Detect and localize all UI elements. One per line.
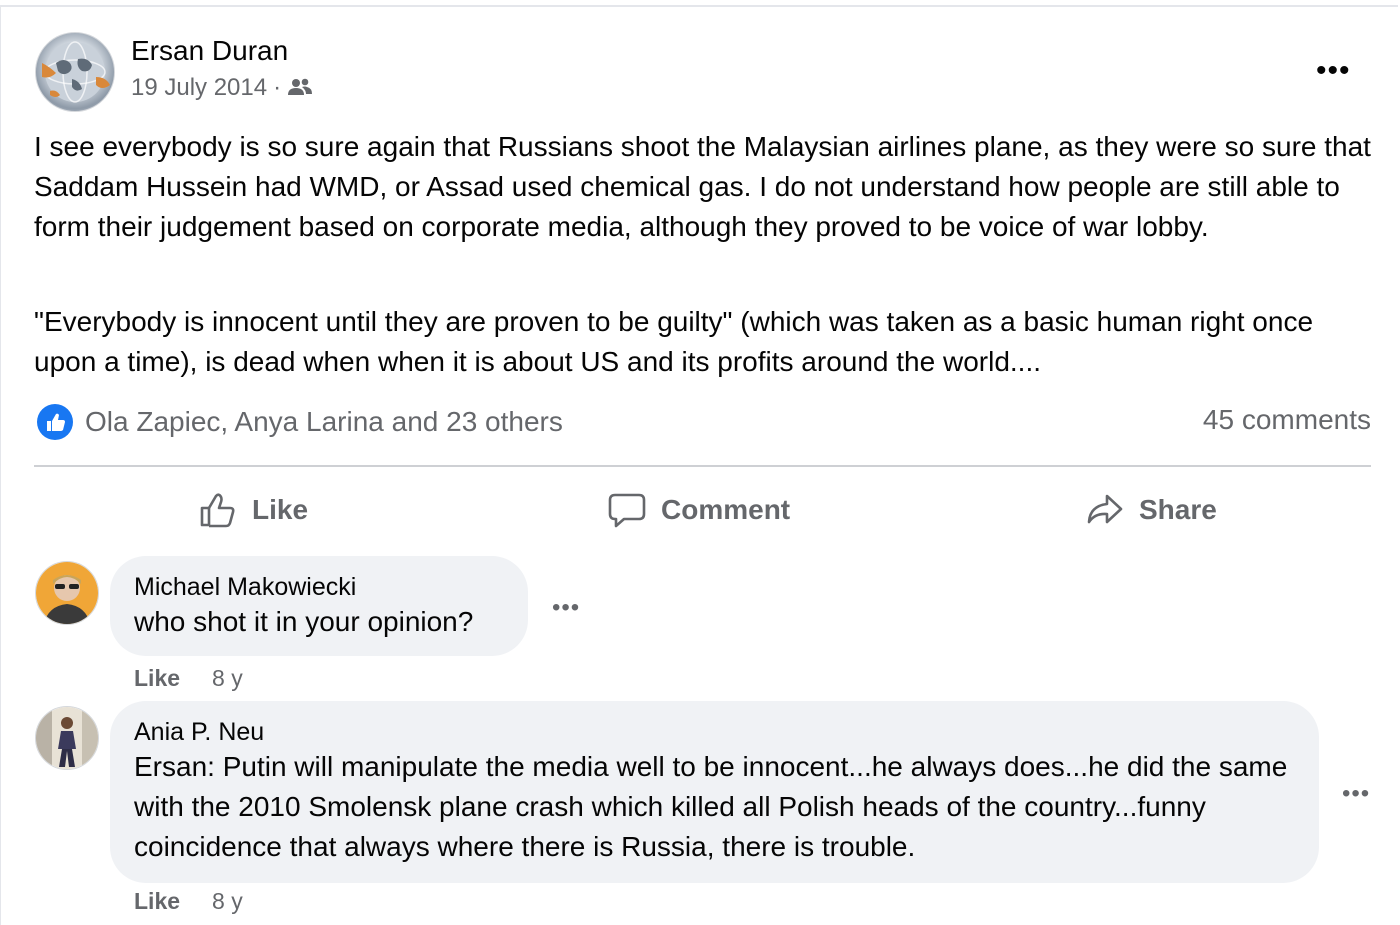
post-paragraph-1: I see everybody is so sure again that Ru… xyxy=(34,131,1371,242)
comment-like-button[interactable]: Like xyxy=(134,888,180,915)
reactions-summary[interactable]: Ola Zapiec, Anya Larina and 23 others xyxy=(37,404,563,440)
like-reaction-icon xyxy=(37,404,73,440)
post-paragraph-2: "Everybody is innocent until they are pr… xyxy=(34,306,1314,377)
friends-icon[interactable] xyxy=(287,77,313,99)
post-more-options-icon[interactable]: ••• xyxy=(1316,56,1351,86)
commenter-photo xyxy=(36,562,98,624)
like-button[interactable]: Like xyxy=(198,485,308,535)
comment-button-label: Comment xyxy=(661,494,791,525)
meta-separator: · xyxy=(273,74,282,101)
comments-count[interactable]: 45 comments xyxy=(1203,404,1371,436)
commenter-avatar[interactable] xyxy=(35,561,99,625)
comment-like-button[interactable]: Like xyxy=(134,665,180,692)
commenter-avatar[interactable] xyxy=(35,706,99,770)
like-button-label: Like xyxy=(252,494,309,525)
author-name[interactable]: Ersan Duran xyxy=(131,35,288,67)
comment-bubble: Michael Makowiecki who shot it in your o… xyxy=(110,556,528,656)
comment-timestamp[interactable]: 8 y xyxy=(212,888,243,915)
author-avatar[interactable] xyxy=(35,32,115,112)
comment-timestamp[interactable]: 8 y xyxy=(212,665,243,692)
divider xyxy=(34,465,1371,467)
commenter-photo xyxy=(36,707,98,769)
share-icon xyxy=(1087,494,1123,524)
reactions-text[interactable]: Ola Zapiec, Anya Larina and 23 others xyxy=(85,406,563,438)
comment-more-options-icon[interactable]: ••• xyxy=(1342,782,1370,806)
commenter-name[interactable]: Michael Makowiecki xyxy=(134,572,504,602)
comment-text: who shot it in your opinion? xyxy=(134,606,474,637)
comment-text: Ersan: Putin will manipulate the media w… xyxy=(134,751,1288,862)
post-meta: 19 July 2014 · xyxy=(131,74,313,102)
share-button[interactable]: Share xyxy=(1085,485,1217,535)
commenter-name[interactable]: Ania P. Neu xyxy=(134,717,1295,747)
globe-avatar-image xyxy=(42,41,110,103)
comment-icon xyxy=(608,493,646,528)
thumbs-up-icon xyxy=(200,493,235,528)
comment-actions: Like 8 y xyxy=(134,888,243,915)
comment-more-options-icon[interactable]: ••• xyxy=(552,596,580,620)
comment-button[interactable]: Comment xyxy=(607,485,790,535)
comment-actions: Like 8 y xyxy=(134,665,243,692)
share-button-label: Share xyxy=(1139,494,1217,525)
comment-bubble: Ania P. Neu Ersan: Putin will manipulate… xyxy=(110,701,1319,883)
post-date[interactable]: 19 July 2014 xyxy=(131,74,267,102)
